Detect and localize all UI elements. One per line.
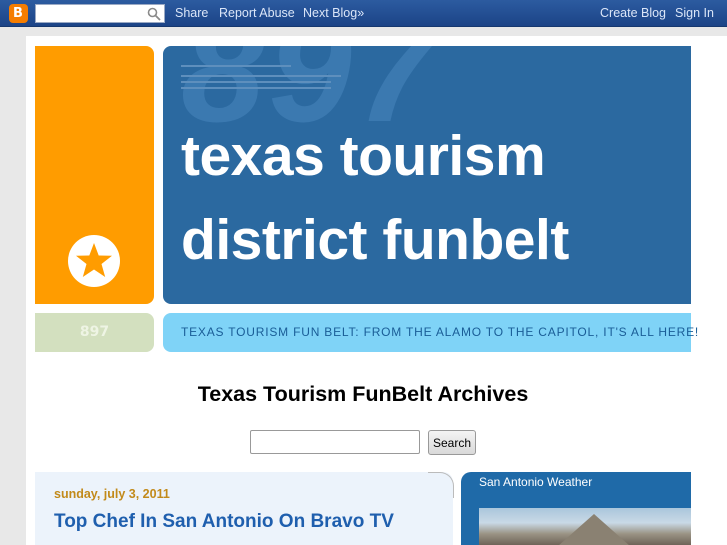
decorative-line (181, 87, 331, 89)
header-number-bar: 897 (35, 313, 154, 352)
post-title-link[interactable]: Top Chef In San Antonio On Bravo TV (54, 511, 394, 533)
blog-tagline: TEXAS TOURISM FUN BELT: FROM THE ALAMO T… (181, 325, 700, 339)
header-title-panel: 897 texas tourism district funbelt (163, 46, 691, 304)
create-blog-link[interactable]: Create Blog (600, 6, 666, 20)
star-badge (68, 235, 120, 287)
weather-widget-image[interactable] (479, 508, 691, 545)
main-post-column (35, 472, 453, 545)
search-icon[interactable] (147, 7, 161, 21)
blog-title[interactable]: texas tourism district funbelt (181, 114, 681, 282)
blog-title-line-1: texas tourism (181, 124, 546, 188)
sign-in-link[interactable]: Sign In (675, 6, 714, 20)
tagline-bar: TEXAS TOURISM FUN BELT: FROM THE ALAMO T… (163, 313, 698, 352)
header-orange-panel (35, 46, 154, 304)
decorative-line (181, 75, 341, 77)
blogger-logo-letter: B (13, 6, 23, 21)
post-date: sunday, july 3, 2011 (54, 487, 170, 501)
blogger-logo-icon[interactable]: B (9, 4, 28, 23)
next-blog-link[interactable]: Next Blog» (303, 6, 364, 20)
post-corner-decoration (428, 472, 454, 498)
star-icon (76, 243, 112, 277)
navbar-search (35, 4, 165, 23)
blog-title-line-2: district funbelt (181, 208, 569, 272)
archive-heading: Texas Tourism FunBelt Archives (197, 382, 529, 406)
decorative-line (181, 81, 331, 83)
decorative-line (181, 65, 291, 67)
blogger-navbar: B Share Report Abuse Next Blog» Create B… (0, 0, 727, 27)
header-number-label: 897 (79, 324, 110, 340)
archive-search-button[interactable]: Search (428, 430, 476, 455)
sidebar-widget-title: San Antonio Weather (479, 475, 593, 489)
mountain-graphic (549, 514, 639, 545)
share-link[interactable]: Share (175, 6, 208, 20)
archive-search-input[interactable] (250, 430, 420, 454)
navbar-search-input[interactable] (36, 5, 146, 22)
report-abuse-link[interactable]: Report Abuse (219, 6, 295, 20)
